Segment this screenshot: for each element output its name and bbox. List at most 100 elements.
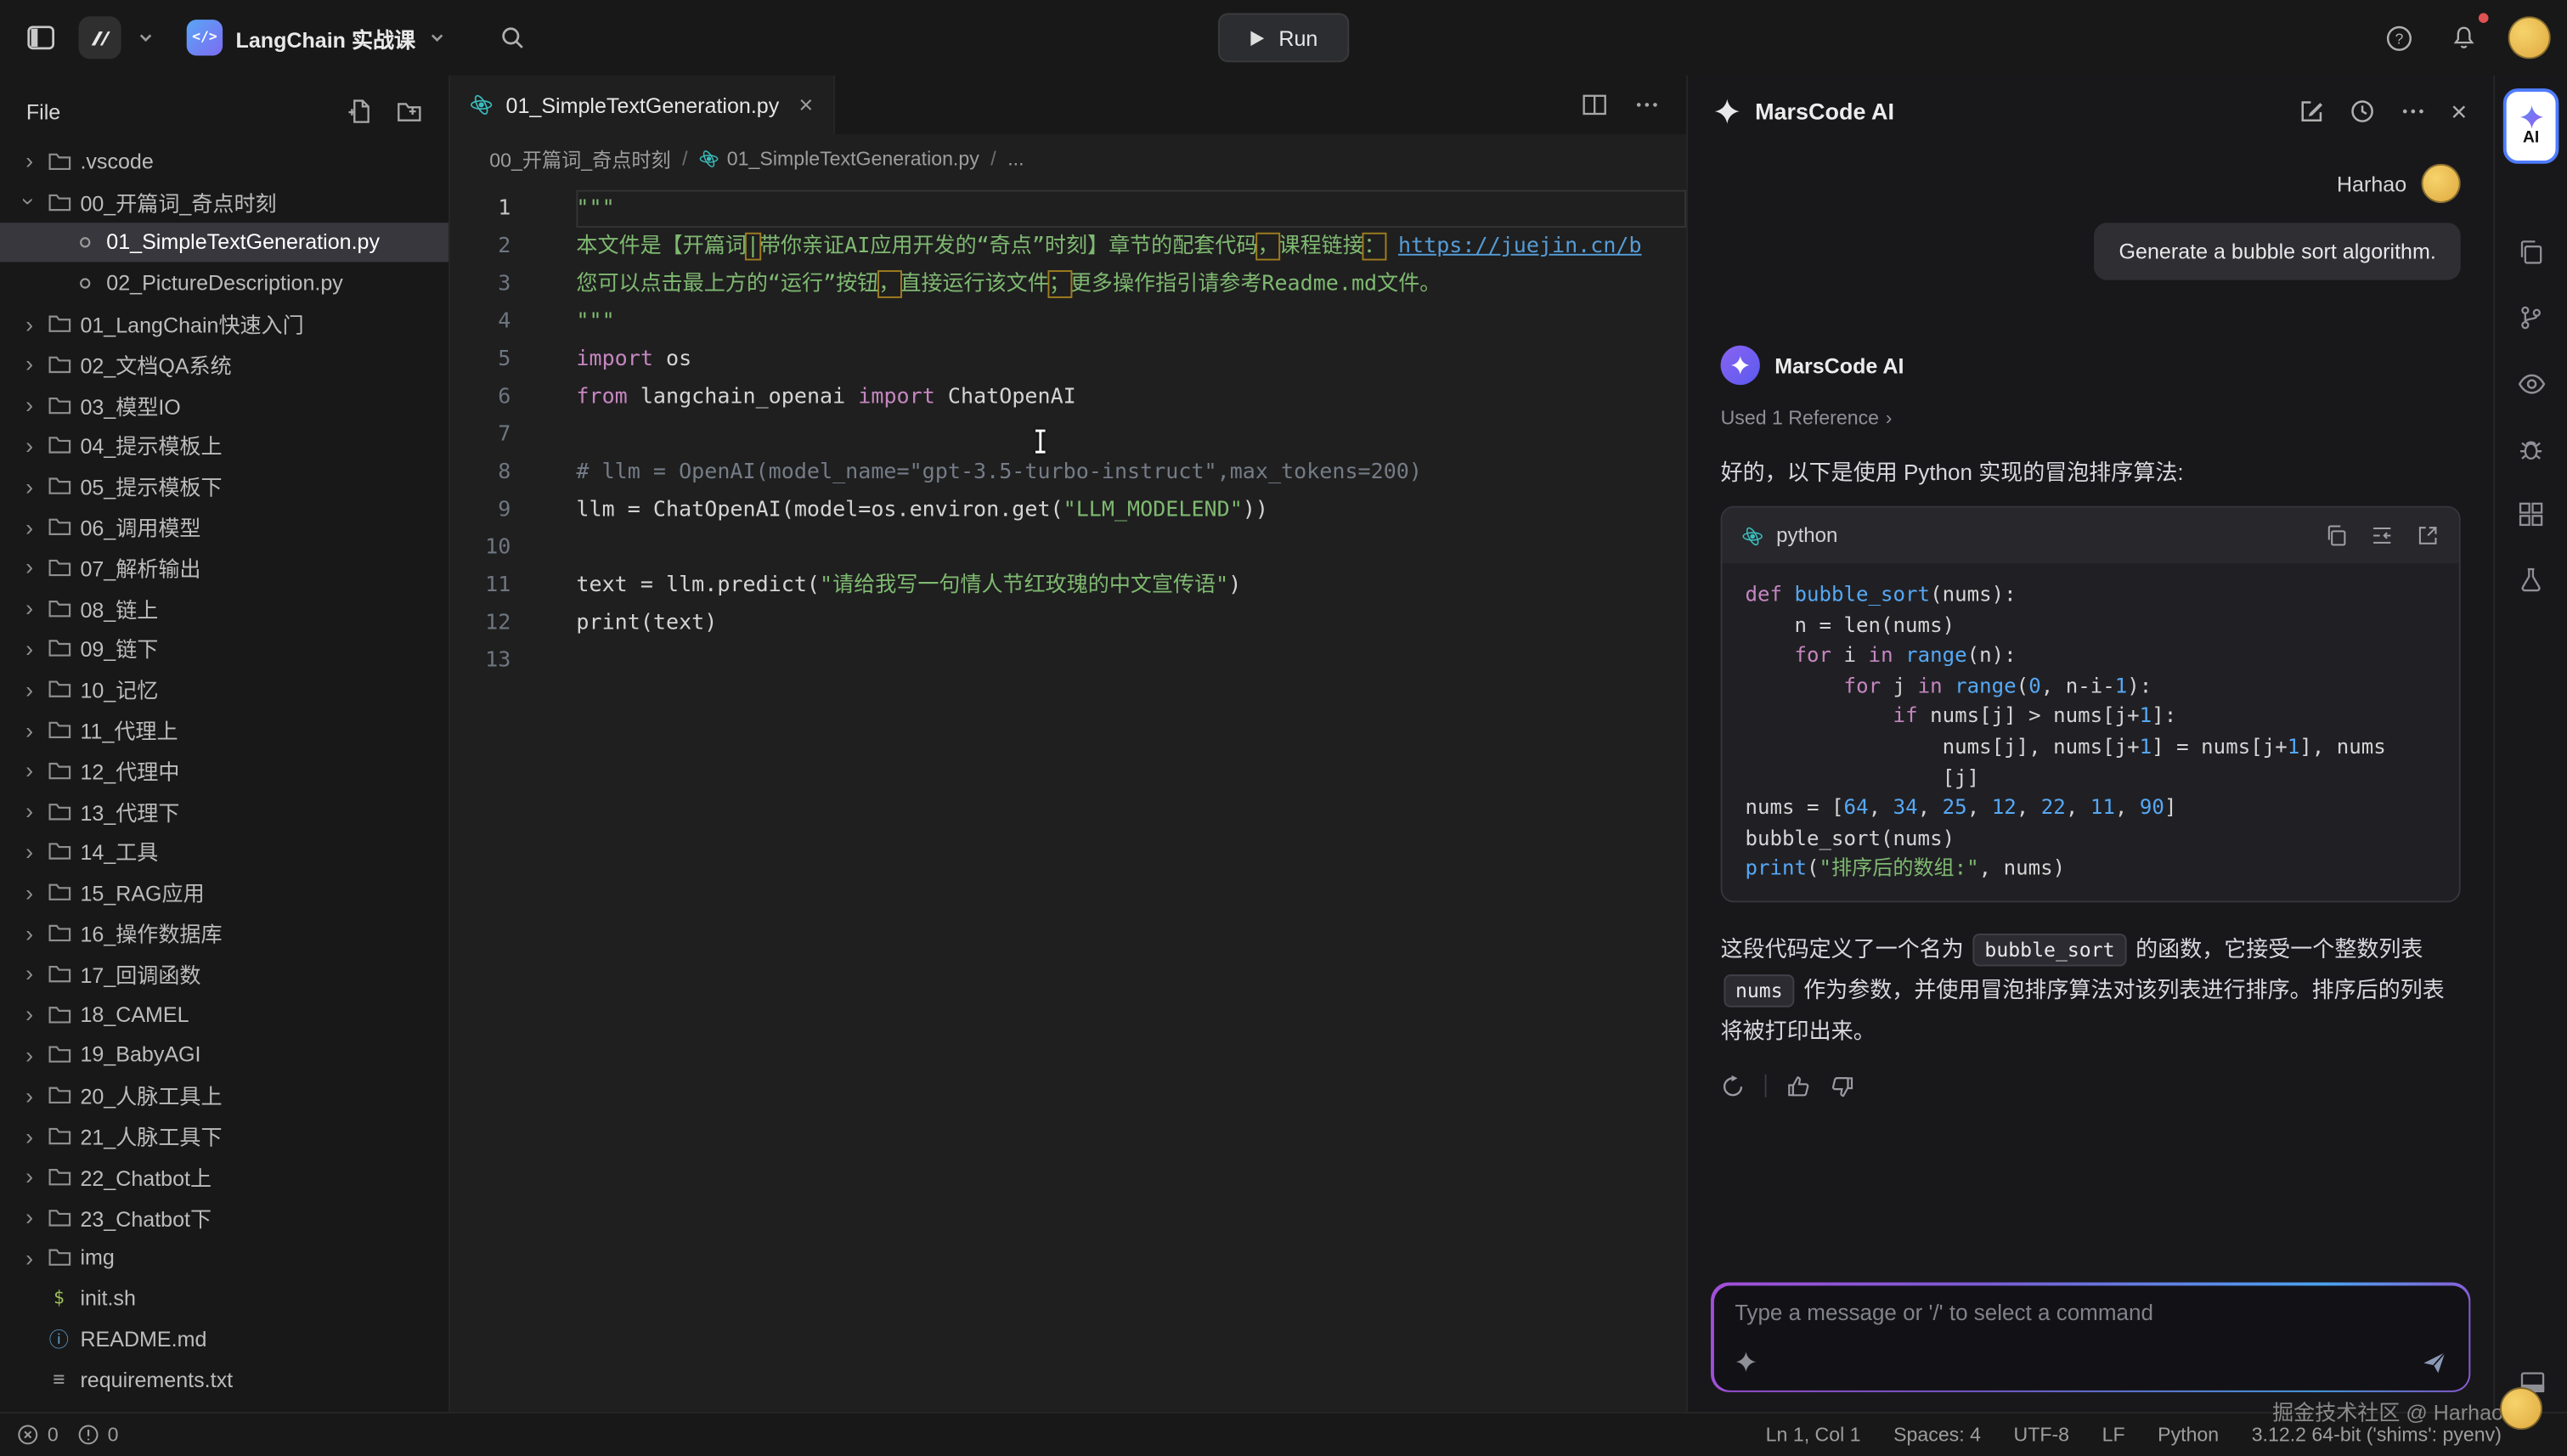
editor-line[interactable] (576, 416, 1686, 454)
docs-icon[interactable] (2494, 219, 2567, 285)
tree-item-folder[interactable]: ›08_链上 (0, 588, 449, 629)
editor-line[interactable]: # llm = OpenAI(model_name="gpt-3.5-turbo… (576, 454, 1686, 491)
message-input[interactable] (1735, 1300, 2446, 1324)
status-item[interactable]: Python (2158, 1423, 2219, 1446)
extensions-grid-icon[interactable] (2494, 482, 2567, 547)
tree-item-folder[interactable]: ›11_代理上 (0, 709, 449, 750)
tree-item-folder[interactable]: ›12_代理中 (0, 750, 449, 791)
panel-more-icon[interactable] (2401, 99, 2427, 125)
reference-toggle[interactable]: Used 1 Reference › (1721, 406, 2461, 429)
tree-item-folder[interactable]: ›00_开篇词_奇点时刻 (0, 182, 449, 223)
line-number[interactable]: 13 (450, 642, 511, 680)
tree-item-folder[interactable]: ›02_文档QA系统 (0, 344, 449, 385)
line-number[interactable]: 2 (450, 228, 511, 265)
tree-item-file[interactable]: ›≡requirements.txt (0, 1359, 449, 1400)
tree-item-folder[interactable]: ›22_Chatbot上 (0, 1156, 449, 1197)
line-number[interactable]: 6 (450, 378, 511, 415)
new-chat-icon[interactable] (2299, 99, 2325, 125)
line-number[interactable]: 10 (450, 529, 511, 567)
panel-close-icon[interactable]: × (2451, 98, 2467, 126)
editor-line[interactable] (576, 529, 1686, 567)
tree-item-folder[interactable]: ›21_人脉工具下 (0, 1115, 449, 1156)
tree-item-folder[interactable]: ›23_Chatbot下 (0, 1197, 449, 1238)
new-folder-icon[interactable] (396, 99, 422, 125)
source-control-icon[interactable] (2494, 285, 2567, 350)
tree-item-folder[interactable]: ›03_模型IO (0, 385, 449, 426)
tree-item-file[interactable]: ›$init.sh (0, 1278, 449, 1318)
tree-item-folder[interactable]: ›16_操作数据库 (0, 912, 449, 953)
status-item[interactable]: 3.12.2 64-bit ('shims': pyenv) (2252, 1423, 2502, 1446)
tree-item-folder[interactable]: ›img (0, 1238, 449, 1278)
line-number[interactable]: 9 (450, 491, 511, 528)
new-file-icon[interactable] (347, 99, 374, 125)
tab-close-icon[interactable]: × (798, 91, 813, 119)
editor-line[interactable]: """ (576, 303, 1686, 341)
help-icon[interactable]: ? (2377, 16, 2419, 59)
tree-item-folder[interactable]: ›13_代理下 (0, 791, 449, 832)
history-icon[interactable] (2350, 99, 2376, 125)
line-number[interactable]: 5 (450, 341, 511, 378)
gutter[interactable]: 12345678910111213 (450, 190, 540, 680)
tree-item-folder[interactable]: ›01_LangChain快速入门 (0, 303, 449, 344)
tree-item-file[interactable]: ›ⓘREADME.md (0, 1318, 449, 1359)
tree-item-file[interactable]: ›02_PictureDescription.py (0, 262, 449, 303)
status-item[interactable]: Spaces: 4 (1893, 1423, 1981, 1446)
logo-chevron-icon[interactable] (138, 30, 154, 46)
breadcrumb-ellipsis[interactable]: ... (1007, 148, 1024, 171)
editor-line[interactable]: from langchain_openai import ChatOpenAI (576, 378, 1686, 415)
line-number[interactable]: 1 (450, 190, 511, 228)
marscode-ai-activity-button[interactable]: AI (2503, 88, 2559, 164)
line-number[interactable]: 3 (450, 265, 511, 302)
breadcrumb-folder[interactable]: 00_开篇词_奇点时刻 (489, 145, 670, 173)
code-lines[interactable]: """本文件是【开篇词|带你亲证AI应用开发的“奇点”时刻】章节的配套代码，课程… (540, 190, 1686, 680)
search-icon[interactable] (491, 16, 533, 59)
line-number[interactable]: 4 (450, 303, 511, 341)
split-editor-icon[interactable] (1582, 92, 1608, 118)
editor-line[interactable]: import os (576, 341, 1686, 378)
tree-item-folder[interactable]: ›06_调用模型 (0, 506, 449, 547)
tree-item-folder[interactable]: ›17_回调函数 (0, 953, 449, 994)
debug-icon[interactable] (2494, 416, 2567, 482)
sidebar-toggle-icon[interactable] (20, 16, 62, 59)
line-number[interactable]: 12 (450, 604, 511, 641)
status-item[interactable]: LF (2102, 1423, 2125, 1446)
tree-item-folder[interactable]: ›.vscode (0, 141, 449, 182)
user-avatar[interactable] (2508, 16, 2551, 59)
tree-item-folder[interactable]: ›04_提示模板上 (0, 425, 449, 466)
line-number[interactable]: 7 (450, 416, 511, 454)
tree-item-folder[interactable]: ›10_记忆 (0, 669, 449, 709)
line-number[interactable]: 11 (450, 567, 511, 604)
tree-item-folder[interactable]: ›09_链下 (0, 629, 449, 669)
tree-item-folder[interactable]: ›15_RAG应用 (0, 872, 449, 912)
editor-line[interactable]: llm = ChatOpenAI(model=os.environ.get("L… (576, 491, 1686, 528)
test-beaker-icon[interactable] (2494, 547, 2567, 612)
problems-indicator[interactable]: 0 0 (16, 1423, 118, 1446)
editor-line[interactable]: 您可以点击最上方的“运行”按钮，直接运行该文件；更多操作指引请参考Readme.… (576, 265, 1686, 302)
tab-simpletextgeneration[interactable]: 01_SimpleTextGeneration.py × (450, 76, 834, 134)
preview-eye-icon[interactable] (2494, 351, 2567, 416)
tree-item-folder[interactable]: ›07_解析输出 (0, 547, 449, 588)
status-item[interactable]: Ln 1, Col 1 (1766, 1423, 1861, 1446)
open-code-icon[interactable] (2417, 524, 2440, 547)
thumbs-up-icon[interactable] (1786, 1075, 1811, 1099)
status-item[interactable]: UTF-8 (2014, 1423, 2070, 1446)
line-number[interactable]: 8 (450, 454, 511, 491)
editor-line[interactable] (576, 642, 1686, 680)
insert-code-icon[interactable] (2371, 524, 2394, 547)
regenerate-icon[interactable] (1721, 1075, 1746, 1099)
run-button[interactable]: Run (1218, 13, 1349, 62)
input-spark-icon[interactable] (1735, 1352, 1756, 1373)
tree-item-folder[interactable]: ›05_提示模板下 (0, 466, 449, 506)
send-icon[interactable] (2421, 1349, 2447, 1375)
copy-code-icon[interactable] (2325, 524, 2348, 547)
code-area[interactable]: 12345678910111213 """本文件是【开篇词|带你亲证AI应用开发… (450, 183, 1686, 680)
editor-line[interactable]: print(text) (576, 604, 1686, 641)
tree-item-file[interactable]: ›01_SimpleTextGeneration.py (0, 222, 449, 262)
thumbs-down-icon[interactable] (1831, 1075, 1855, 1099)
tree-item-folder[interactable]: ›14_工具 (0, 832, 449, 872)
notifications-icon[interactable] (2443, 16, 2485, 59)
app-logo[interactable] (79, 16, 121, 59)
editor-more-actions-icon[interactable] (1633, 92, 1660, 118)
editor-line[interactable]: text = llm.predict("请给我写一句情人节红玫瑰的中文宣传语") (576, 567, 1686, 604)
tree-item-folder[interactable]: ›20_人脉工具上 (0, 1075, 449, 1115)
